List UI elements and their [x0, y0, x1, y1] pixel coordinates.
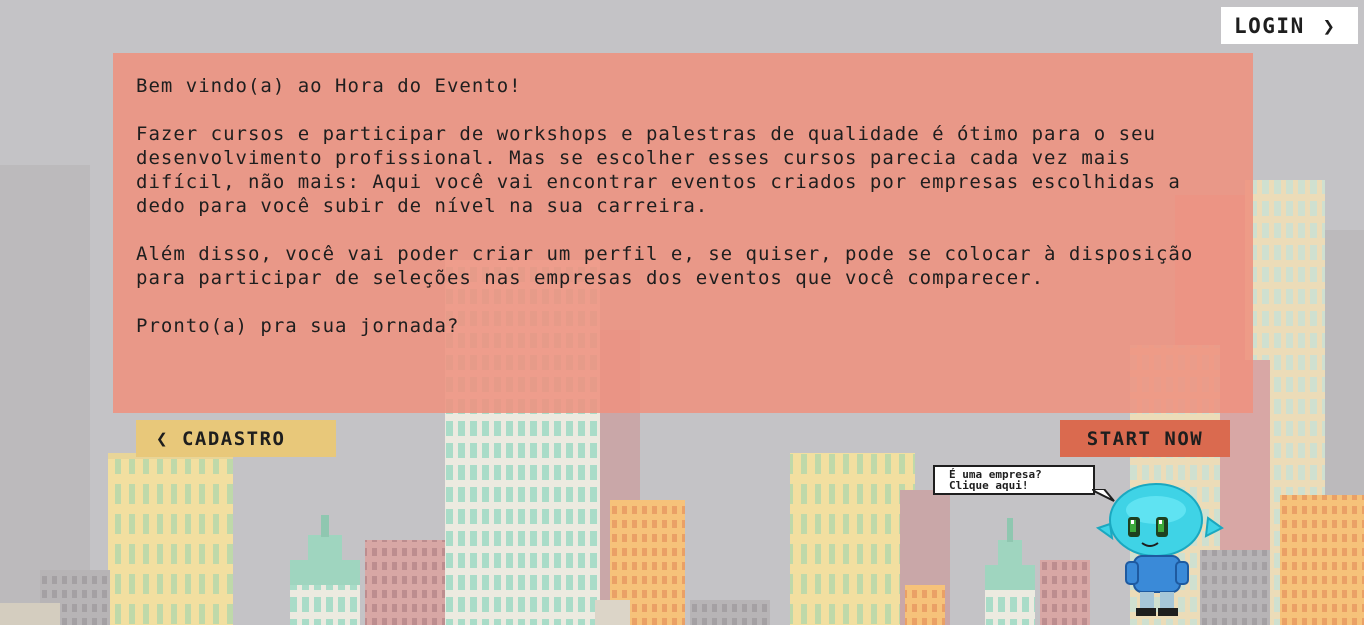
- login-button[interactable]: LOGIN ❯: [1221, 7, 1358, 44]
- chevron-left-icon: ❮: [156, 427, 169, 450]
- welcome-paragraph-2: Além disso, você vai poder criar um perf…: [136, 243, 1194, 289]
- welcome-paragraph-1: Fazer cursos e participar de workshops e…: [136, 123, 1181, 217]
- login-label: LOGIN: [1234, 13, 1305, 38]
- bubble-line-2: Clique aqui!: [949, 479, 1029, 492]
- welcome-panel: Bem vindo(a) ao Hora do Evento! Fazer cu…: [113, 53, 1253, 413]
- cadastro-label: CADASTRO: [181, 427, 286, 450]
- welcome-greeting: Bem vindo(a) ao Hora do Evento!: [136, 75, 522, 97]
- cadastro-button[interactable]: ❮ CADASTRO: [136, 420, 336, 457]
- chevron-right-icon: ❯: [1322, 13, 1337, 38]
- welcome-closing: Pronto(a) pra sua jornada?: [136, 315, 460, 337]
- company-speech-bubble[interactable]: É uma empresa? Clique aqui!: [933, 465, 1095, 495]
- start-now-label: START NOW: [1086, 427, 1204, 450]
- start-now-button[interactable]: START NOW: [1060, 420, 1230, 457]
- alien-mascot-icon[interactable]: [1096, 482, 1224, 622]
